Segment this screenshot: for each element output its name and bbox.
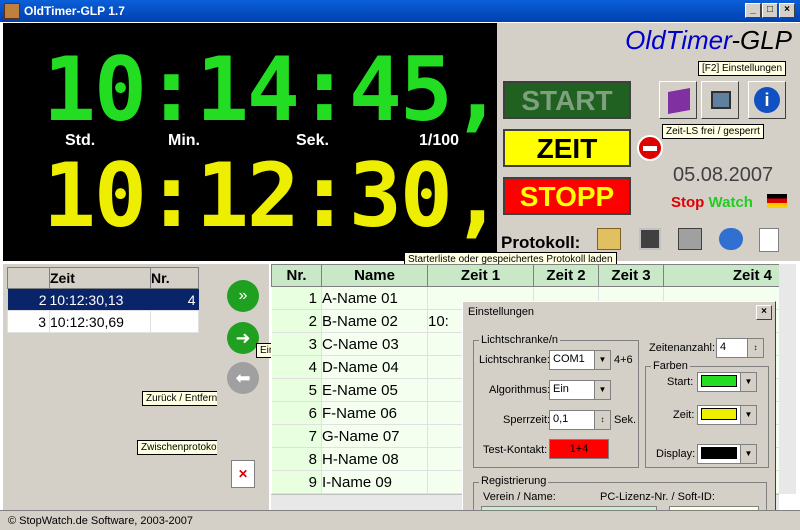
app-icon — [4, 3, 20, 19]
table-row[interactable]: 2 10:12:30,13 4 — [7, 288, 199, 311]
field-label: Zeitenanzahl: — [649, 342, 716, 354]
maximize-button[interactable]: □ — [762, 3, 778, 18]
field-label: PC-Lizenz-Nr. / Soft-ID: — [600, 491, 715, 503]
column-header: Zeit 3 — [598, 264, 664, 287]
field-label: Sek. — [614, 414, 637, 426]
row-name: G-Name 07 — [321, 424, 428, 448]
row-name: F-Name 06 — [321, 401, 428, 425]
row-number: 9 — [271, 470, 322, 494]
print-icon[interactable] — [678, 228, 702, 250]
field-label: Zeit: — [673, 409, 695, 421]
field-label: Verein / Name: — [483, 491, 556, 503]
field-label: Start: — [667, 376, 694, 388]
field-label: Test-Kontakt: — [483, 444, 548, 456]
dialog-title: Einstellungen — [463, 302, 775, 323]
group-label: Registrierung — [479, 475, 549, 487]
lock-toggle-icon[interactable] — [637, 135, 663, 161]
table-row[interactable]: 3 10:12:30,69 — [7, 310, 199, 333]
double-arrow-right-icon[interactable]: » — [227, 280, 259, 312]
row-number: 8 — [271, 447, 322, 471]
column-header: Zeit 1 — [427, 264, 534, 287]
captured-times-panel: Zeit Nr. 2 10:12:30,13 4 3 10:12:30,69 — [3, 264, 217, 510]
row-time: 10:12:30,13 — [49, 291, 124, 308]
column-header: Zeit 2 — [533, 264, 599, 287]
start-button[interactable]: START — [503, 81, 631, 119]
group-label: Farben — [651, 360, 690, 372]
column-header: Zeit 4 — [663, 264, 779, 287]
field-label: Algorithmus: — [489, 384, 551, 396]
row-number: 1 — [271, 286, 322, 310]
display-color-select[interactable]: ▼ — [697, 444, 757, 464]
clock-display: 10:14:45,27 Std. Min. Sek. 1/100 10:12:3… — [3, 23, 606, 261]
row-name: D-Name 04 — [321, 355, 428, 379]
column-header: Nr. — [150, 267, 199, 289]
column-header: Name — [321, 264, 428, 287]
column-header: Zeit — [49, 267, 151, 289]
date-label: 05.08.2007 — [673, 164, 774, 186]
app-logo: OldTimer-GLP — [625, 25, 792, 55]
row-index: 3 — [7, 310, 50, 333]
settings-icon[interactable] — [701, 81, 739, 119]
stopp-button[interactable]: STOPP — [503, 177, 631, 215]
row-number: 3 — [271, 332, 322, 356]
captured-times-table: Zeit Nr. 2 10:12:30,13 4 3 10:12:30,69 — [7, 267, 199, 333]
row-number — [150, 310, 199, 333]
title-bar: OldTimer-GLP 1.7 _ □ × — [0, 0, 800, 22]
brand-label: Stop Watch — [671, 194, 753, 211]
delete-protocol-icon[interactable]: ✕ — [231, 460, 255, 488]
row-number: 6 — [271, 401, 322, 425]
vertical-scrollbar[interactable] — [779, 264, 796, 494]
control-panel: OldTimer-GLP START ZEIT STOPP i [F2] Ein… — [497, 23, 800, 261]
transfer-button-bar: » ➜ ⬅ ✕ — [217, 264, 269, 510]
german-flag-icon — [767, 194, 787, 208]
start-color-select[interactable]: ▼ — [697, 372, 757, 392]
row-name: H-Name 08 — [321, 447, 428, 471]
test-kontakt-indicator: 1+4 — [549, 439, 609, 459]
row-index: 2 — [38, 291, 47, 308]
algorithmus-select[interactable]: Ein ▼ — [549, 380, 611, 400]
info-icon[interactable]: i — [748, 81, 786, 119]
zeitenanzahl-spinner[interactable]: 4 ↕ — [716, 338, 764, 358]
book-icon[interactable] — [659, 81, 697, 119]
field-label: 4+6 — [614, 354, 633, 366]
save-icon[interactable] — [639, 228, 661, 250]
column-header: Nr. — [271, 264, 322, 287]
status-bar: © StopWatch.de Software, 2003-2007 — [0, 510, 800, 530]
window-title: OldTimer-GLP 1.7 — [24, 4, 125, 18]
arrow-left-icon[interactable]: ⬅ — [227, 362, 259, 394]
close-button[interactable]: × — [779, 3, 795, 18]
row-name: E-Name 05 — [321, 378, 428, 402]
row-number: 4 — [187, 291, 196, 308]
dialog-close-button[interactable]: × — [756, 305, 772, 320]
row-number: 2 — [271, 309, 322, 333]
group-label: Lichtschranke/n — [479, 334, 561, 346]
settings-tooltip: [F2] Einstellungen — [698, 61, 787, 76]
sperrzeit-spinner[interactable]: 0,1 ↕ — [549, 410, 611, 430]
new-document-icon[interactable] — [759, 228, 779, 252]
row-time: 10:12:30,69 — [49, 310, 151, 333]
open-folder-icon[interactable] — [597, 228, 621, 250]
zeit-button[interactable]: ZEIT — [503, 129, 631, 167]
zeit-color-select[interactable]: ▼ — [697, 405, 757, 425]
zeit-ls-tooltip: Zeit-LS frei / gesperrt — [662, 124, 764, 139]
column-header — [7, 267, 50, 289]
internet-icon[interactable] — [719, 228, 743, 250]
row-number: 4 — [271, 355, 322, 379]
field-label: Display: — [656, 448, 696, 460]
minimize-button[interactable]: _ — [745, 3, 761, 18]
lichtschranke-select[interactable]: COM1 ▼ — [549, 350, 611, 370]
copyright-text: © StopWatch.de Software, 2003-2007 — [8, 515, 194, 527]
settings-dialog: Einstellungen × Lichtschranke/n Lichtsch… — [462, 301, 776, 530]
field-label: Lichtschranke: — [479, 354, 550, 366]
row-name: C-Name 03 — [321, 332, 428, 356]
protokoll-label: Protokoll: — [501, 233, 581, 252]
field-label: Sperrzeit: — [503, 414, 551, 426]
row-name: I-Name 09 — [321, 470, 428, 494]
arrow-right-icon[interactable]: ➜ — [227, 322, 259, 354]
row-number: 5 — [271, 378, 322, 402]
row-number: 7 — [271, 424, 322, 448]
row-name: B-Name 02 — [321, 309, 428, 333]
row-name: A-Name 01 — [321, 286, 428, 310]
